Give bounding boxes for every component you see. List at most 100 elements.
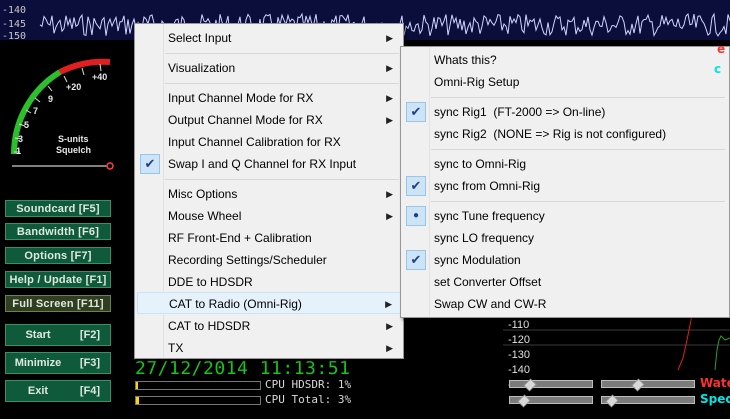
clock-display: 27/12/2014 11:13:51 xyxy=(135,358,351,379)
s-meter-title: S-units xyxy=(58,134,89,144)
right-edge-red-label: e xyxy=(717,42,726,56)
submenu-arrow-icon: ▶ xyxy=(386,321,393,331)
y-axis-label: -130 xyxy=(508,349,531,361)
submenu-arrow-icon: ▶ xyxy=(385,299,392,309)
cpu-hdsdr-text: CPU HDSDR: 1% xyxy=(265,378,352,391)
checkmark-icon: ✔ xyxy=(140,154,160,174)
menu-item-misc-options[interactable]: Misc Options ▶ xyxy=(137,183,401,205)
main-context-menu[interactable]: Select Input ▶ Visualization ▶ Input Cha… xyxy=(134,23,404,359)
submenu-item-sync-modulation[interactable]: ✔ sync Modulation xyxy=(403,249,727,271)
menu-item-swap-iq[interactable]: ✔ Swap I and Q Channel for RX Input xyxy=(137,153,401,175)
right-edge-cyan-label: c xyxy=(714,62,722,76)
menu-item-label: Swap CW and CW-R xyxy=(434,297,547,311)
full-screen-button[interactable]: Full Screen [F11] xyxy=(5,295,111,312)
submenu-item-sync-rig1[interactable]: ✔ sync Rig1 (FT-2000 => On-line) xyxy=(403,101,727,123)
s-meter-scale-label: 7 xyxy=(33,106,39,116)
menu-item-output-channel-mode[interactable]: Output Channel Mode for RX ▶ xyxy=(137,109,401,131)
menu-item-label: TX xyxy=(168,341,184,355)
menu-separator xyxy=(165,179,399,180)
soundcard-button[interactable]: Soundcard [F5] xyxy=(5,200,111,217)
help-update-button[interactable]: Help / Update [F1] xyxy=(5,271,111,288)
waterfall-slider-1[interactable] xyxy=(509,378,593,392)
exit-button-key: [F4] xyxy=(79,385,101,397)
exit-button-label: Exit xyxy=(27,385,49,397)
checkmark-icon: ✔ xyxy=(406,102,426,122)
submenu-item-whats-this[interactable]: Whats this? xyxy=(403,49,727,71)
spectrum-tick: -150 xyxy=(2,31,27,41)
menu-item-recording-settings[interactable]: Recording Settings/Scheduler xyxy=(137,249,401,271)
checkmark-icon: ✔ xyxy=(406,250,426,270)
bandwidth-button[interactable]: Bandwidth [F6] xyxy=(5,223,111,240)
menu-item-label: Visualization xyxy=(168,61,236,75)
menu-item-visualization[interactable]: Visualization ▶ xyxy=(137,57,401,79)
s-meter-scale-label: +20 xyxy=(66,82,82,92)
menu-item-label: set Converter Offset xyxy=(434,275,542,289)
menu-item-label: Input Channel Mode for RX xyxy=(168,91,314,105)
menu-item-rf-frontend[interactable]: RF Front-End + Calibration xyxy=(137,227,401,249)
submenu-arrow-icon: ▶ xyxy=(386,63,393,73)
menu-item-select-input[interactable]: Select Input ▶ xyxy=(137,27,401,49)
menu-item-cat-to-hdsdr[interactable]: CAT to HDSDR ▶ xyxy=(137,315,401,337)
s-meter[interactable]: +40 +20 9 7 5 3 1 S-units Squelch xyxy=(0,42,135,172)
menu-item-label: sync Modulation xyxy=(434,253,521,267)
menu-item-label: sync Rig1 (FT-2000 => On-line) xyxy=(434,105,606,119)
s-meter-scale-label: 3 xyxy=(18,134,24,144)
menu-item-dde-to-hdsdr[interactable]: DDE to HDSDR xyxy=(137,271,401,293)
submenu-item-swap-cw[interactable]: Swap CW and CW-R xyxy=(403,293,727,315)
cpu-total-text: CPU Total: 3% xyxy=(265,393,352,406)
menu-item-label: Recording Settings/Scheduler xyxy=(168,253,327,267)
menu-item-mouse-wheel[interactable]: Mouse Wheel ▶ xyxy=(137,205,401,227)
submenu-arrow-icon: ▶ xyxy=(386,115,393,125)
spectrum-label: Spec xyxy=(700,392,730,406)
menu-item-label: Omni-Rig Setup xyxy=(434,75,520,89)
menu-separator xyxy=(165,53,399,54)
menu-item-label: Output Channel Mode for RX xyxy=(168,113,323,127)
menu-item-label: sync LO frequency xyxy=(434,231,535,245)
menu-separator xyxy=(165,83,399,84)
cpu-bar-total xyxy=(135,396,261,405)
submenu-item-sync-from-omnirig[interactable]: ✔ sync from Omni-Rig xyxy=(403,175,727,197)
cat-to-radio-submenu[interactable]: Whats this? Omni-Rig Setup ✔ sync Rig1 (… xyxy=(400,46,730,318)
s-meter-scale-label: 5 xyxy=(24,120,30,130)
submenu-item-sync-lo-frequency[interactable]: sync LO frequency xyxy=(403,227,727,249)
start-button-label: Start xyxy=(25,329,51,341)
squelch-handle[interactable] xyxy=(106,162,114,170)
submenu-arrow-icon: ▶ xyxy=(386,211,393,221)
submenu-arrow-icon: ▶ xyxy=(386,93,393,103)
y-axis-label: -120 xyxy=(508,334,531,346)
minimize-button-key: [F3] xyxy=(79,357,101,369)
menu-item-label: Select Input xyxy=(168,31,232,45)
start-button[interactable]: Start [F2] xyxy=(5,324,111,346)
s-meter-scale-label: 9 xyxy=(48,94,54,104)
submenu-item-omnirig-setup[interactable]: Omni-Rig Setup xyxy=(403,71,727,93)
menu-item-label: Mouse Wheel xyxy=(168,209,242,223)
menu-item-label: CAT to Radio (Omni-Rig) xyxy=(169,297,302,311)
spectrum-tick: -145 xyxy=(2,19,27,30)
menu-item-label: Misc Options xyxy=(168,187,238,201)
minimize-button-label: Minimize xyxy=(14,357,62,369)
spectrum-tick: -140 xyxy=(2,5,27,16)
y-axis-label: -110 xyxy=(508,319,530,331)
submenu-item-set-converter-offset[interactable]: set Converter Offset xyxy=(403,271,727,293)
menu-item-label: Input Channel Calibration for RX xyxy=(168,135,341,149)
minimize-button[interactable]: Minimize [F3] xyxy=(5,352,111,374)
menu-item-label: CAT to HDSDR xyxy=(168,319,251,333)
submenu-item-sync-tune-frequency[interactable]: ● sync Tune frequency xyxy=(403,205,727,227)
menu-item-cat-to-radio[interactable]: CAT to Radio (Omni-Rig) ▶ xyxy=(137,292,401,314)
submenu-item-sync-rig2[interactable]: sync Rig2 (NONE => Rig is not configured… xyxy=(403,123,727,145)
submenu-item-sync-to-omnirig[interactable]: sync to Omni-Rig xyxy=(403,153,727,175)
menu-item-label: sync to Omni-Rig xyxy=(434,157,527,171)
waterfall-slider-2[interactable] xyxy=(601,378,695,392)
menu-item-input-channel-mode[interactable]: Input Channel Mode for RX ▶ xyxy=(137,87,401,109)
menu-item-label: sync from Omni-Rig xyxy=(434,179,541,193)
spectrum-slider-1[interactable] xyxy=(509,394,593,408)
exit-button[interactable]: Exit [F4] xyxy=(5,380,111,402)
submenu-arrow-icon: ▶ xyxy=(386,33,393,43)
s-meter-scale-label: 1 xyxy=(16,146,22,156)
menu-item-tx[interactable]: TX ▶ xyxy=(137,337,401,359)
y-axis-label: -140 xyxy=(508,364,531,376)
menu-item-input-channel-calibration[interactable]: Input Channel Calibration for RX xyxy=(137,131,401,153)
spectrum-slider-2[interactable] xyxy=(601,394,695,408)
options-button[interactable]: Options [F7] xyxy=(5,247,111,264)
radio-dot-icon: ● xyxy=(406,206,426,226)
